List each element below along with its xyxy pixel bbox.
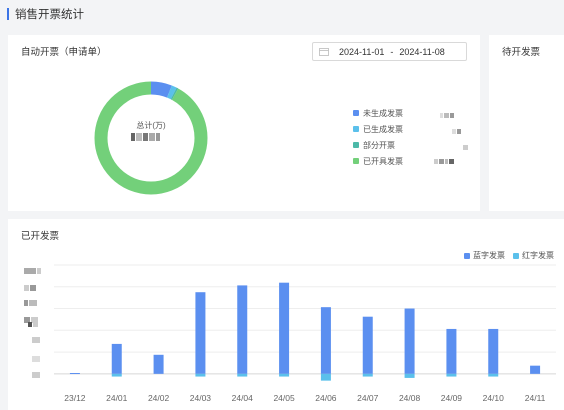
bar-blue-invoice[interactable] [153, 354, 164, 374]
x-axis-tick-label: 24/02 [148, 393, 170, 403]
bar-red-invoice[interactable] [488, 373, 499, 377]
x-axis-tick-label: 24/03 [190, 393, 212, 403]
legend-value-redacted [463, 145, 468, 150]
y-axis-label-redacted [24, 285, 36, 291]
x-axis-tick-label: 24/10 [483, 393, 505, 403]
y-axis-label-redacted [24, 300, 37, 306]
date-range-picker[interactable]: 2024-11-01 - 2024-11-08 [312, 42, 467, 61]
legend-value-redacted [434, 159, 454, 164]
bar-blue-invoice[interactable] [446, 328, 457, 374]
legend-swatch [353, 126, 359, 132]
bar-red-invoice[interactable] [195, 373, 206, 377]
bar-blue-invoice[interactable] [488, 328, 499, 374]
y-axis-label-redacted [32, 356, 40, 362]
bar-red-invoice[interactable] [362, 373, 373, 377]
bar-blue-invoice[interactable] [404, 308, 415, 374]
donut-legend-item[interactable]: 已开具发票 [353, 153, 403, 169]
x-axis-tick-label: 24/11 [525, 393, 546, 403]
y-axis-label-redacted [32, 372, 40, 378]
bar-blue-invoice[interactable] [320, 307, 331, 374]
pending-invoice-card: 待开发票 [489, 35, 564, 211]
title-accent-bar [7, 8, 9, 20]
y-axis-label-redacted [32, 337, 40, 343]
bar-blue-invoice[interactable] [111, 343, 122, 374]
donut-legend-item[interactable]: 已生成发票 [353, 121, 403, 137]
bar-blue-invoice[interactable] [279, 282, 290, 374]
x-axis-tick-label: 24/06 [315, 393, 337, 403]
calendar-icon [319, 48, 329, 56]
bar-blue-invoice[interactable] [237, 285, 248, 374]
y-axis-label-redacted [28, 322, 38, 327]
bar-red-invoice[interactable] [446, 373, 457, 377]
auto-invoice-title: 自动开票（申请单） [21, 47, 107, 58]
bar-red-invoice[interactable] [320, 373, 331, 381]
x-axis-tick-label: 24/07 [357, 393, 379, 403]
legend-value-redacted [452, 129, 461, 134]
x-axis-tick-label: 24/01 [106, 393, 128, 403]
donut-total-value-redacted [131, 133, 160, 141]
date-start[interactable]: 2024-11-01 [339, 47, 384, 57]
x-axis-tick-label: 24/05 [273, 393, 295, 403]
bar-chart: 23/12 24/01 24/02 24/03 24/04 24/05 24/06 24/07… [54, 264, 556, 403]
legend-swatch [353, 110, 359, 116]
bar-red-invoice[interactable] [404, 373, 415, 378]
page-title: 销售开票统计 [7, 6, 84, 22]
donut-center-label: 总计(万) [136, 121, 166, 130]
x-axis-tick-label: 24/09 [441, 393, 463, 403]
date-end[interactable]: 2024-11-08 [399, 47, 444, 57]
date-separator: - [390, 46, 394, 57]
legend-label: 未生成发票 [363, 108, 403, 118]
bar-red-invoice[interactable] [111, 373, 122, 377]
page-title-text: 销售开票统计 [15, 9, 84, 21]
legend-label: 已开具发票 [363, 156, 403, 166]
y-axis-label-redacted [24, 268, 41, 274]
donut-legend-item[interactable]: 部分开票 [353, 137, 403, 153]
bar-blue-invoice[interactable] [69, 373, 80, 375]
legend-swatch [353, 158, 359, 164]
bar-blue-invoice[interactable] [195, 292, 206, 374]
legend-label: 已生成发票 [363, 124, 403, 134]
legend-label: 部分开票 [363, 140, 395, 150]
donut-legend-item[interactable]: 未生成发票 [353, 105, 403, 121]
legend-swatch [353, 142, 359, 148]
pending-invoice-title: 待开发票 [502, 47, 541, 58]
bar-blue-invoice[interactable] [530, 365, 541, 374]
x-axis-tick-label: 24/04 [232, 393, 254, 403]
issued-invoice-card: 已开发票 蓝字发票 红字发票 23/12 24/01 24/02 24/03 24/04 2… [8, 219, 564, 410]
bar-red-invoice[interactable] [279, 373, 290, 377]
bar-blue-invoice[interactable] [362, 316, 373, 374]
legend-value-redacted [440, 113, 454, 118]
x-axis-tick-label: 23/12 [64, 393, 86, 403]
bar-red-invoice[interactable] [237, 373, 248, 377]
auto-invoice-card: 自动开票（申请单） 2024-11-01 - 2024-11-08 总计(万) … [8, 35, 480, 211]
donut-legend: 未生成发票已生成发票部分开票已开具发票 [353, 105, 403, 169]
x-axis-tick-label: 24/08 [399, 393, 421, 403]
